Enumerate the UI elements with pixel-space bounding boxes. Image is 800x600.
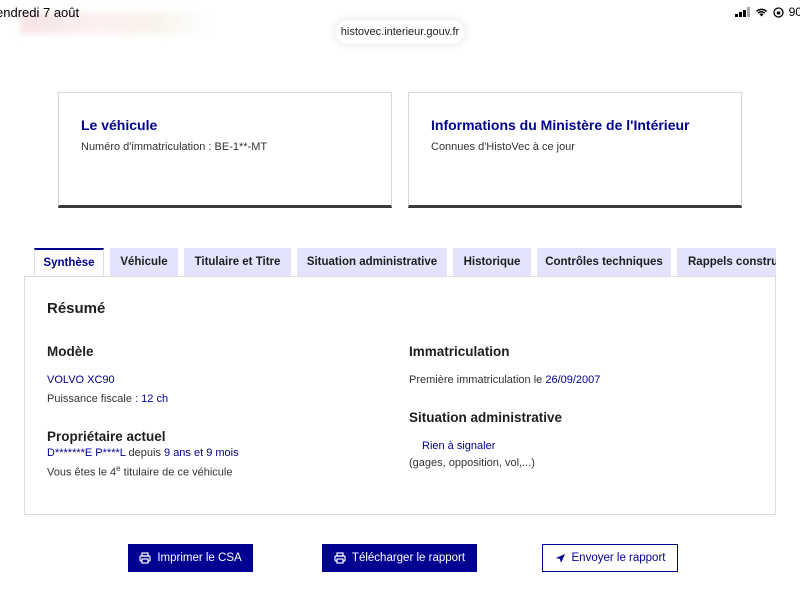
ministry-info-card: Informations du Ministère de l'Intérieur… (408, 92, 742, 208)
owner-line: D*******E P****L depuis 9 ans et 9 mois (47, 447, 239, 459)
tab-vehicule[interactable]: Véhicule (110, 248, 178, 276)
send-report-button[interactable]: Envoyer le rapport (542, 544, 678, 572)
printer-icon (334, 552, 346, 564)
owner-heading: Propriétaire actuel (47, 429, 166, 444)
ministry-card-title: Informations du Ministère de l'Intérieur (431, 117, 690, 133)
orientation-lock-icon (772, 6, 784, 18)
first-registration-label: Première immatriculation le (409, 374, 546, 386)
admin-status: Rien à signaler (422, 440, 496, 452)
tab-titulaire-titre[interactable]: Titulaire et Titre (184, 248, 291, 276)
send-arrow-icon (555, 553, 565, 563)
vehicle-card: Le véhicule Numéro d'immatriculation : B… (58, 92, 392, 208)
send-report-label: Envoyer le rapport (571, 552, 666, 564)
status-date: endredi 7 août (0, 5, 80, 20)
owner-since-label: depuis (125, 447, 165, 459)
owner-name: D*******E P****L (47, 447, 126, 459)
first-registration-date: 26/09/2007 (545, 374, 601, 386)
synthese-panel: Résumé Modèle VOLVO XC90 Puissance fisca… (24, 276, 776, 515)
admin-details: (gages, opposition, vol,...) (409, 457, 535, 469)
tab-controles-techniques[interactable]: Contrôles techniques (537, 248, 671, 276)
battery-level: 90 (788, 5, 800, 19)
owner-rank-suffix: titulaire de ce véhicule (120, 466, 233, 479)
owner-rank-prefix: Vous êtes le (47, 466, 110, 479)
status-bar: endredi 7 août 90 histovec.interieur.gou… (0, 0, 800, 44)
resume-title: Résumé (47, 300, 106, 317)
printer-icon (139, 552, 151, 564)
registration-number: Numéro d'immatriculation : BE-1**-MT (81, 141, 268, 153)
tab-situation-administrative[interactable]: Situation administrative (297, 248, 447, 276)
owner-since-value: 9 ans et 9 mois (164, 447, 239, 459)
tab-bar: Synthèse Véhicule Titulaire et Titre Sit… (34, 248, 776, 276)
url-bar[interactable]: histovec.interieur.gouv.fr (336, 20, 464, 44)
tab-synthese[interactable]: Synthèse (34, 248, 104, 276)
fiscal-power-value: 12 ch (141, 393, 169, 405)
fiscal-power: Puissance fiscale : 12 ch (47, 393, 168, 405)
admin-heading: Situation administrative (409, 410, 563, 425)
print-csa-label: Imprimer le CSA (157, 552, 242, 564)
owner-rank: Vous êtes le 4e titulaire de ce véhicule (47, 464, 232, 479)
first-registration: Première immatriculation le 26/09/2007 (409, 374, 600, 386)
registration-heading: Immatriculation (409, 344, 510, 359)
tab-historique[interactable]: Historique (453, 248, 531, 276)
download-report-label: Télécharger le rapport (351, 552, 466, 564)
cellular-signal-icon (734, 7, 750, 17)
model-name: VOLVO XC90 (47, 374, 115, 386)
fiscal-power-label: Puissance fiscale : (47, 393, 142, 405)
tab-rappels-constructeur[interactable]: Rappels constructeur (677, 248, 776, 276)
wifi-icon (755, 8, 767, 17)
ministry-card-subtitle: Connues d'HistoVec à ce jour (431, 141, 575, 153)
vehicle-card-title: Le véhicule (81, 117, 158, 133)
model-heading: Modèle (47, 344, 94, 359)
status-indicators: 90 (734, 5, 800, 19)
download-report-button[interactable]: Télécharger le rapport (322, 544, 477, 572)
print-csa-button[interactable]: Imprimer le CSA (128, 544, 253, 572)
